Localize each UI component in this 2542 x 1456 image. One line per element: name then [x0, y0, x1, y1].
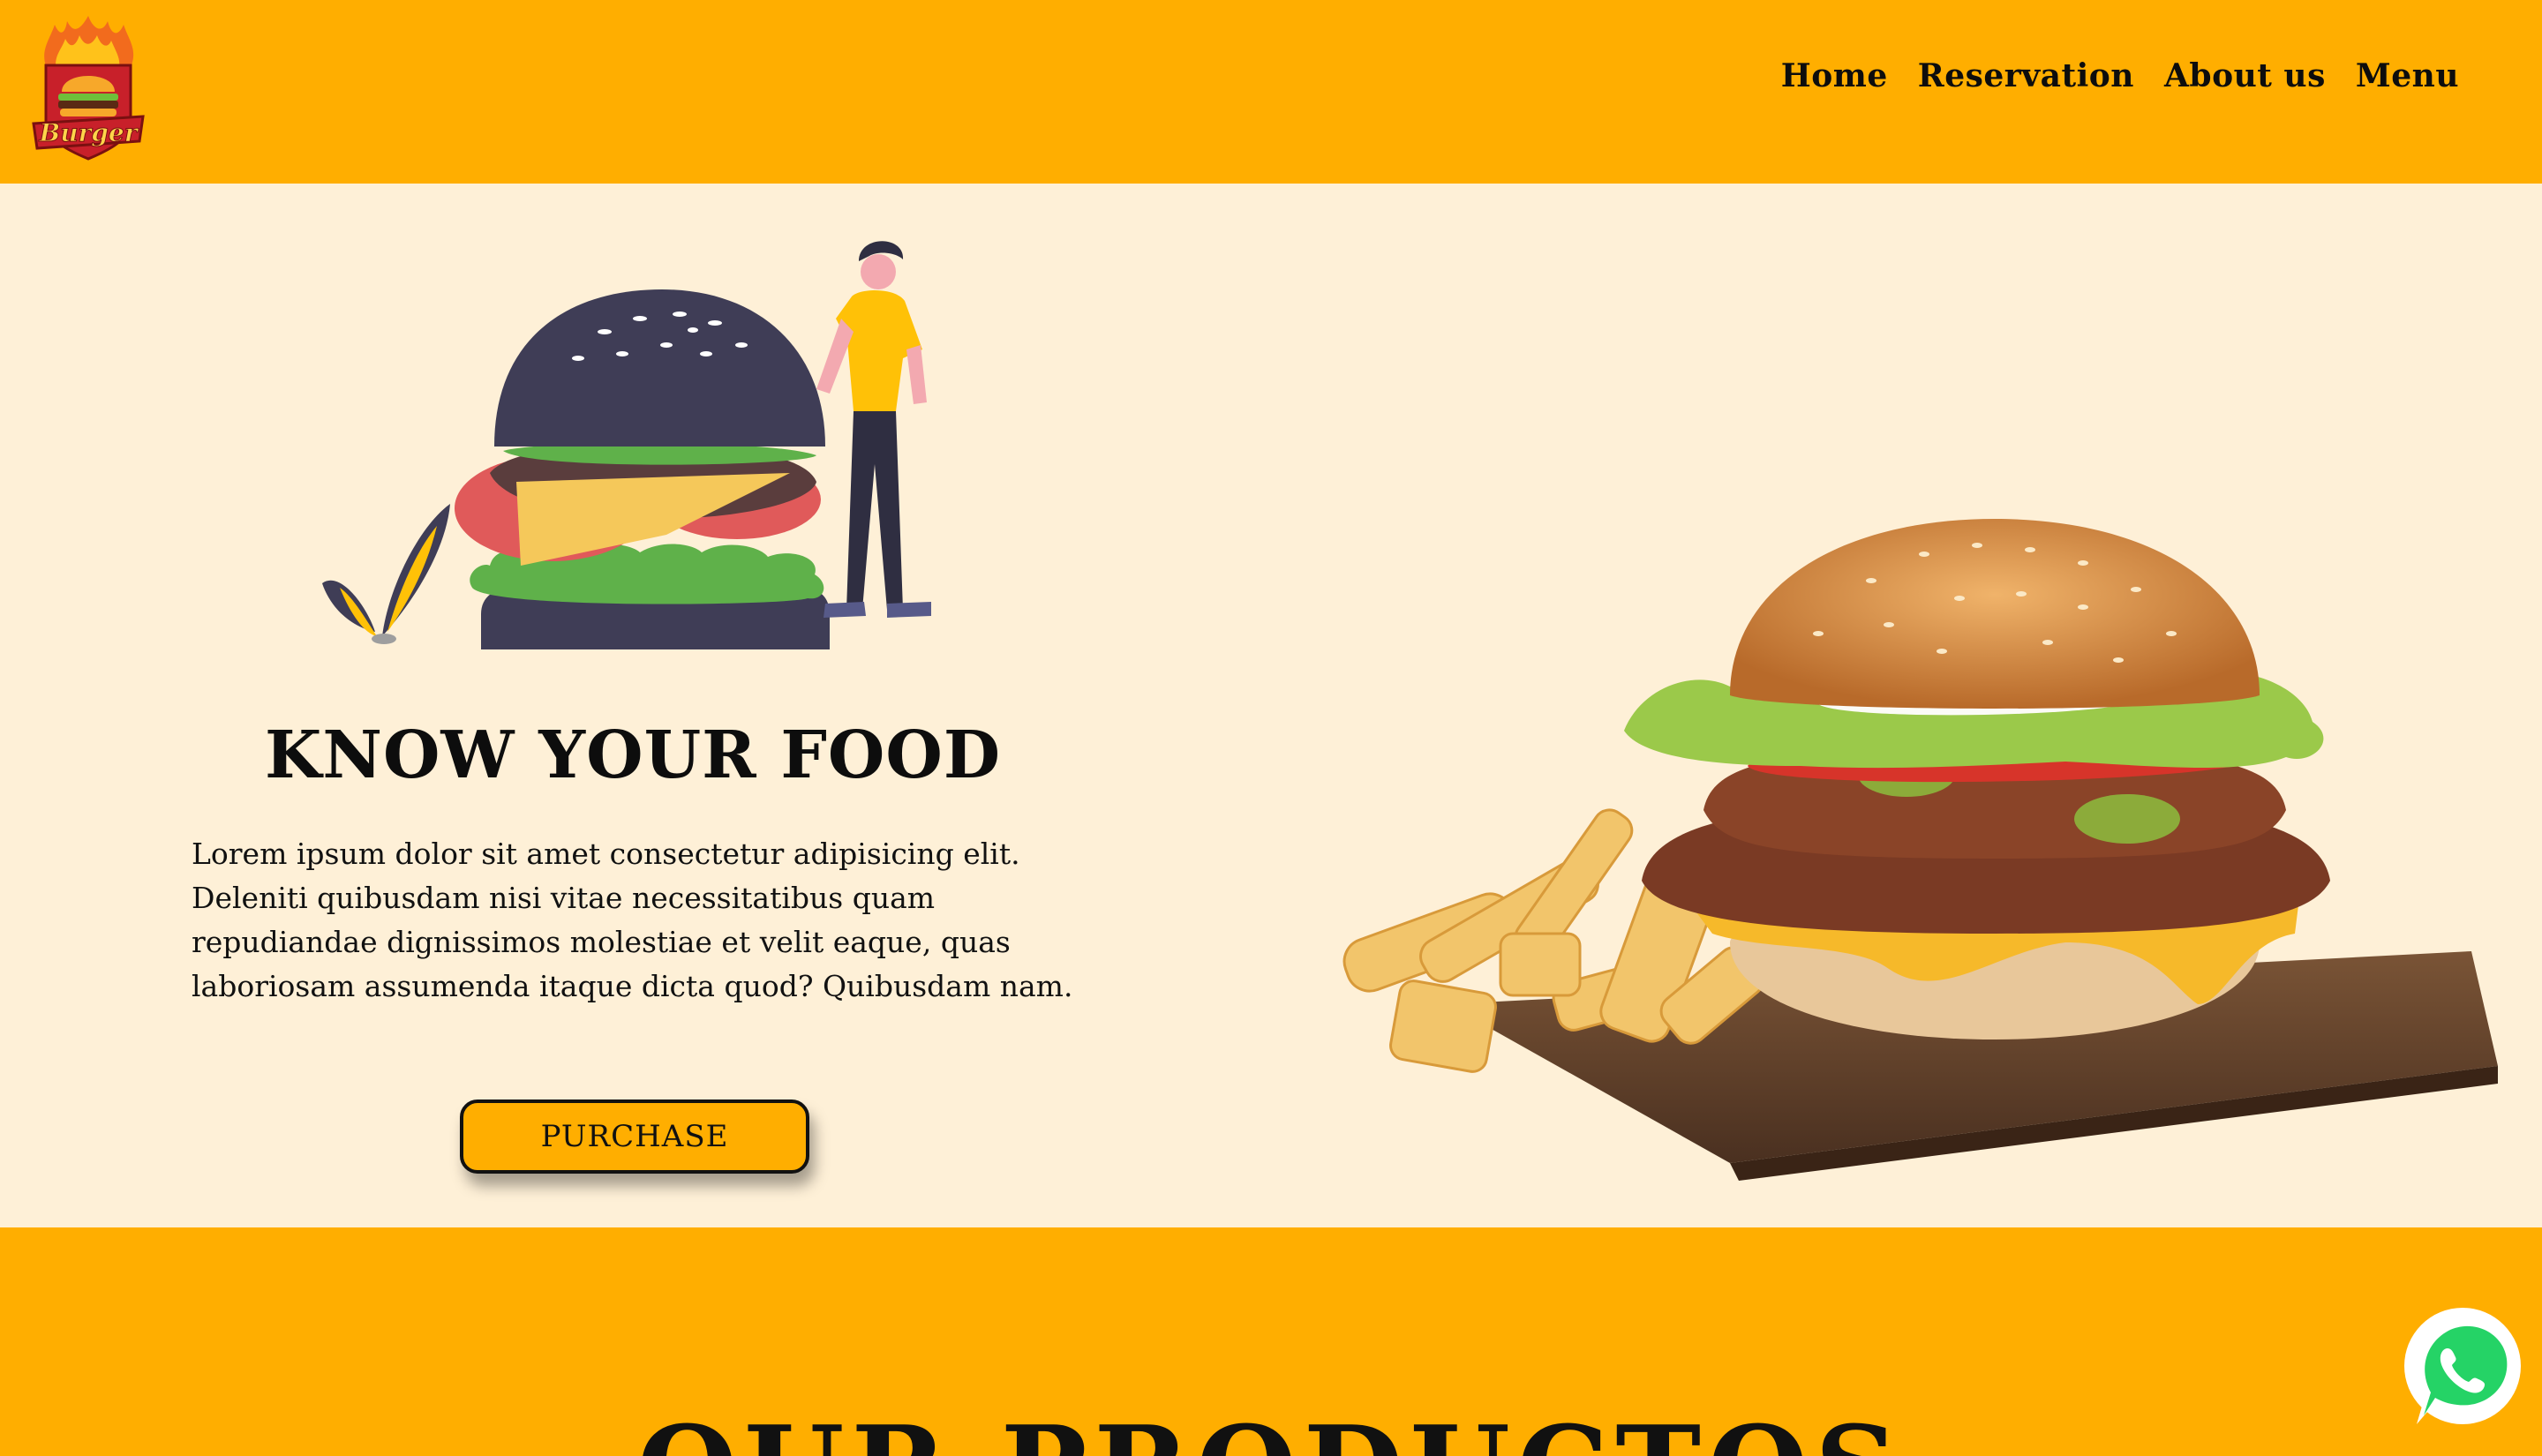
whatsapp-icon[interactable] — [2399, 1306, 2526, 1433]
hero-title: KNOW YOUR FOOD — [265, 717, 1001, 793]
burger-logo-icon[interactable]: Burger — [30, 16, 147, 162]
products-title: OUR PRODUCTOS — [0, 1411, 2542, 1456]
nav-menu-link[interactable]: Menu — [2356, 53, 2459, 99]
products-section: OUR PRODUCTOS — [0, 1227, 2542, 1456]
nav-reservation-link[interactable]: Reservation — [1918, 53, 2134, 99]
svg-text:Burger: Burger — [39, 118, 139, 147]
hero-section: KNOW YOUR FOOD Lorem ipsum dolor sit ame… — [0, 184, 2542, 1227]
hero-description: Lorem ipsum dolor sit amet consectetur a… — [192, 837, 1073, 1003]
burger-fries-photo — [1271, 369, 2542, 1216]
nav-home-link[interactable]: Home — [1781, 53, 1888, 99]
purchase-button[interactable]: PURCHASE — [460, 1100, 809, 1174]
site-header: Burger Home Reservation About us Menu — [0, 0, 2542, 184]
main-nav: Home Reservation About us Menu — [1781, 53, 2459, 99]
nav-about-link[interactable]: About us — [2164, 53, 2326, 99]
burger-person-illustration — [313, 235, 953, 649]
